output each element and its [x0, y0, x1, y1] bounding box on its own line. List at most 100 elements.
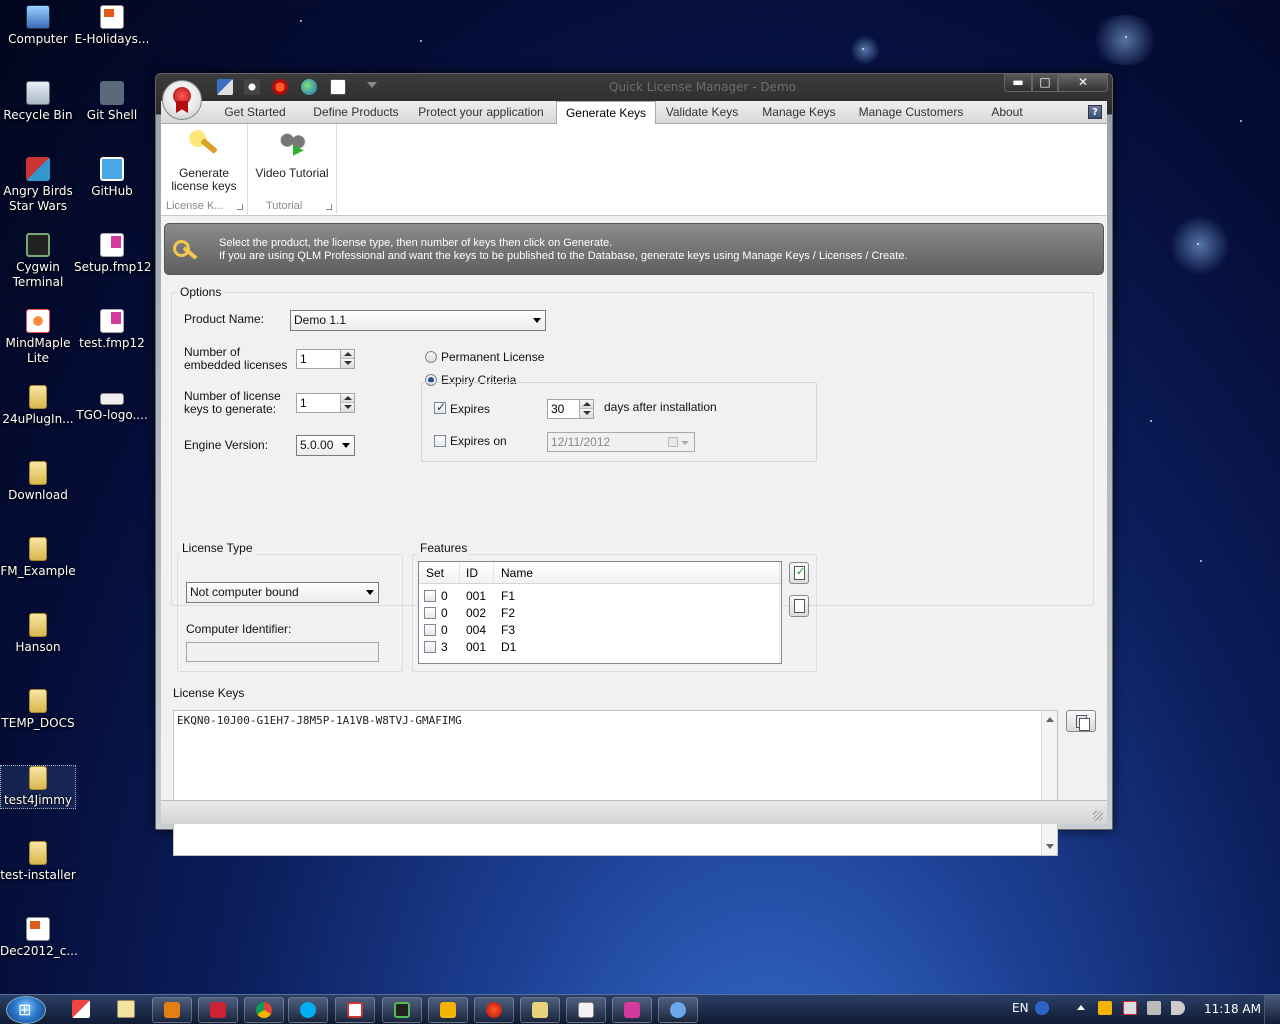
input-options-icon[interactable]: [1058, 1001, 1066, 1015]
taskbar-button[interactable]: [566, 997, 606, 1023]
expires-checkbox[interactable]: [434, 400, 446, 414]
clear-features-button[interactable]: [789, 595, 809, 617]
table-row[interactable]: 3 001 D1: [419, 639, 779, 656]
expires-days-stepper[interactable]: 30: [547, 399, 594, 419]
desktop-icon[interactable]: Cygwin Terminal: [0, 233, 76, 290]
maximize-button[interactable]: □: [1032, 74, 1058, 92]
table-row[interactable]: 0 002 F2: [419, 605, 779, 622]
product-name-dropdown[interactable]: Demo 1.1: [290, 310, 546, 331]
desktop-icon[interactable]: Hanson: [0, 613, 76, 655]
expires-label[interactable]: Expires: [450, 403, 490, 416]
taskbar-button[interactable]: [382, 997, 422, 1023]
feature-checkbox[interactable]: [424, 607, 436, 619]
column-header-name[interactable]: Name: [501, 566, 533, 580]
tab-define-products[interactable]: Define Products: [307, 101, 405, 124]
spin-up-icon[interactable]: [340, 394, 354, 403]
embedded-licenses-stepper[interactable]: 1: [296, 349, 355, 369]
license-keys-textarea[interactable]: EKQN0-10J00-G1EH7-J8M5P-1A1VB-W8TVJ-GMAF…: [173, 710, 1058, 856]
action-center-icon[interactable]: [1123, 1001, 1137, 1015]
desktop-icon[interactable]: GitHub: [74, 157, 150, 199]
column-header-set[interactable]: Set: [426, 566, 444, 580]
network-icon[interactable]: [1147, 1001, 1161, 1015]
desktop-icon[interactable]: FM_Example: [0, 537, 76, 579]
help-icon[interactable]: [1035, 1001, 1049, 1015]
resize-grip-icon[interactable]: [1093, 811, 1103, 821]
taskbar-button[interactable]: [612, 997, 652, 1023]
clock[interactable]: 11:18 AM: [1204, 1002, 1261, 1016]
generate-license-keys-button[interactable]: Generate license keys: [171, 129, 237, 193]
start-button[interactable]: [6, 996, 46, 1024]
feature-checkbox[interactable]: [424, 624, 436, 636]
desktop-icon[interactable]: TEMP_DOCS: [0, 689, 76, 731]
permanent-license-radio[interactable]: [425, 351, 437, 363]
seal-icon[interactable]: [272, 79, 288, 95]
desktop-icon[interactable]: Download: [0, 461, 76, 503]
tab-manage-keys[interactable]: Manage Keys: [758, 101, 840, 124]
desktop-icon[interactable]: test-installer: [0, 841, 76, 883]
license-type-dropdown[interactable]: Not computer bound: [186, 582, 379, 603]
spin-up-icon[interactable]: [579, 400, 593, 409]
taskbar-button[interactable]: [288, 997, 328, 1023]
desktop-icon[interactable]: test4Jimmy: [0, 765, 76, 809]
expires-on-checkbox[interactable]: [434, 435, 446, 447]
desktop-icon[interactable]: Setup.fmp12: [74, 233, 152, 275]
expires-on-label[interactable]: Expires on: [450, 435, 507, 448]
close-button[interactable]: ✕: [1058, 74, 1108, 92]
document-check-icon[interactable]: [330, 79, 346, 95]
app-menu-button[interactable]: [162, 80, 202, 120]
desktop-icon[interactable]: Dec2012_c...: [0, 917, 78, 959]
pinned-app-icon[interactable]: [72, 1000, 90, 1018]
tab-get-started[interactable]: Get Started: [217, 101, 293, 124]
group-launcher-icon[interactable]: [237, 204, 243, 210]
table-row[interactable]: 0 001 F1: [419, 588, 779, 605]
copy-keys-button[interactable]: [1066, 710, 1096, 732]
group-launcher-icon[interactable]: [326, 204, 332, 210]
minimize-button[interactable]: ▬: [1004, 74, 1032, 92]
desktop-icon[interactable]: MindMaple Lite: [0, 309, 76, 366]
feature-checkbox[interactable]: [424, 641, 436, 653]
taskbar-button[interactable]: [198, 997, 238, 1023]
table-row[interactable]: 0 004 F3: [419, 622, 779, 639]
show-hidden-icons-icon[interactable]: [1077, 1005, 1085, 1010]
desktop-icon[interactable]: E-Holidays...: [74, 5, 150, 47]
desktop-icon[interactable]: 24uPlugIn...: [0, 385, 76, 427]
tab-generate-keys[interactable]: Generate Keys: [556, 101, 656, 125]
taskbar-button[interactable]: [152, 997, 192, 1023]
desktop-icon[interactable]: test.fmp12: [74, 309, 150, 351]
tab-validate-keys[interactable]: Validate Keys: [658, 101, 746, 124]
select-all-features-button[interactable]: [789, 562, 809, 584]
taskbar-button[interactable]: [428, 997, 468, 1023]
taskbar-button[interactable]: [658, 997, 698, 1023]
products-icon[interactable]: [217, 79, 233, 95]
taskbar-button[interactable]: [244, 997, 284, 1023]
spin-up-icon[interactable]: [340, 350, 354, 359]
license-keys-scrollbar[interactable]: [1041, 711, 1057, 855]
desktop-icon[interactable]: Computer: [0, 5, 76, 47]
taskbar-button[interactable]: [335, 997, 375, 1023]
spin-down-icon[interactable]: [340, 403, 354, 412]
language-indicator[interactable]: EN: [1012, 1001, 1029, 1015]
keys-to-generate-stepper[interactable]: 1: [296, 393, 355, 413]
outlook-tray-icon[interactable]: [1098, 1001, 1112, 1015]
volume-icon[interactable]: [1171, 1001, 1185, 1015]
feature-checkbox[interactable]: [424, 590, 436, 602]
notepad-icon[interactable]: [117, 1000, 135, 1018]
tab-manage-customers[interactable]: Manage Customers: [856, 101, 966, 124]
desktop-icon[interactable]: Angry Birds Star Wars: [0, 157, 76, 214]
column-header-id[interactable]: ID: [466, 566, 478, 580]
taskbar-button[interactable]: [474, 997, 514, 1023]
engine-version-dropdown[interactable]: 5.0.00: [296, 435, 355, 456]
help-icon[interactable]: ?: [1088, 105, 1102, 119]
customize-toolbar-icon[interactable]: [367, 82, 377, 90]
taskbar-button[interactable]: [520, 997, 560, 1023]
desktop-icon[interactable]: Recycle Bin: [0, 81, 76, 123]
spin-down-icon[interactable]: [579, 409, 593, 418]
wand-icon[interactable]: [244, 79, 260, 95]
tab-protect-your-application[interactable]: Protect your application: [417, 101, 545, 124]
video-tutorial-button[interactable]: Video Tutorial: [254, 129, 330, 180]
show-desktop-button[interactable]: [1264, 995, 1280, 1024]
tab-about[interactable]: About: [981, 101, 1033, 124]
desktop-icon[interactable]: TGO-logo....: [74, 385, 150, 423]
desktop-icon[interactable]: Git Shell: [74, 81, 150, 123]
globe-icon[interactable]: [301, 79, 317, 95]
